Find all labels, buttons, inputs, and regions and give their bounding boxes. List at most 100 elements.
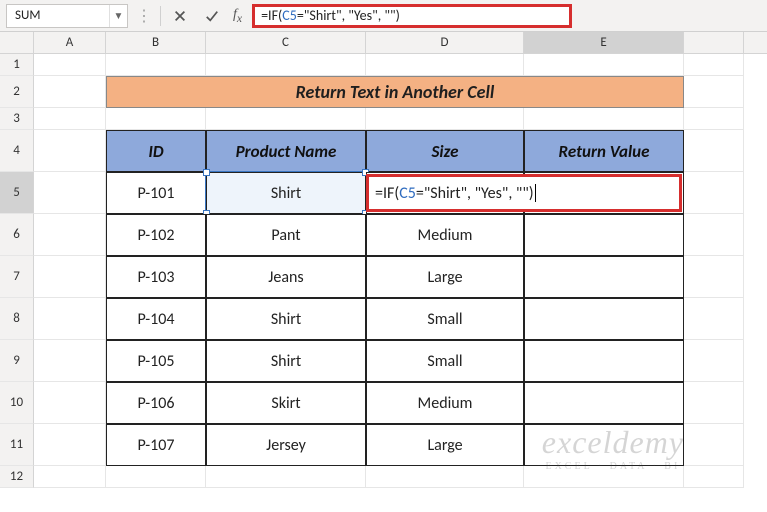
- row-header[interactable]: 11: [0, 424, 34, 466]
- cell[interactable]: [34, 382, 106, 424]
- row-header[interactable]: 8: [0, 298, 34, 340]
- td-retval[interactable]: [524, 382, 684, 424]
- cell[interactable]: [34, 256, 106, 298]
- cell[interactable]: [206, 466, 366, 488]
- row-header[interactable]: 7: [0, 256, 34, 298]
- td-size[interactable]: Medium: [366, 382, 524, 424]
- cell[interactable]: [34, 424, 106, 466]
- row-header[interactable]: 9: [0, 340, 34, 382]
- cell[interactable]: [106, 54, 206, 76]
- cell[interactable]: [684, 76, 744, 108]
- name-box[interactable]: SUM ▼: [6, 4, 128, 28]
- enter-button[interactable]: [199, 4, 225, 28]
- td-id[interactable]: P-107: [106, 424, 206, 466]
- watermark-line2: EXCEL · DATA · BI: [542, 461, 684, 472]
- cell[interactable]: [106, 108, 206, 130]
- td-size[interactable]: Small: [366, 340, 524, 382]
- th-product[interactable]: Product Name: [206, 130, 366, 172]
- cell[interactable]: [106, 466, 206, 488]
- td-product[interactable]: Shirt: [206, 340, 366, 382]
- cell-text: Jeans: [268, 268, 303, 287]
- th-label: Size: [431, 141, 458, 162]
- td-retval[interactable]: [524, 340, 684, 382]
- text-cursor-icon: [535, 184, 536, 202]
- td-product[interactable]: Pant: [206, 214, 366, 256]
- td-id[interactable]: P-102: [106, 214, 206, 256]
- th-retval[interactable]: Return Value: [524, 130, 684, 172]
- cell[interactable]: [206, 54, 366, 76]
- row-header[interactable]: 10: [0, 382, 34, 424]
- td-product[interactable]: Skirt: [206, 382, 366, 424]
- td-id[interactable]: P-103: [106, 256, 206, 298]
- cell[interactable]: [684, 108, 744, 130]
- col-header-A[interactable]: A: [34, 32, 106, 53]
- select-all-corner[interactable]: [0, 32, 34, 53]
- row-header[interactable]: 6: [0, 214, 34, 256]
- cell[interactable]: [524, 54, 684, 76]
- td-product[interactable]: Shirt: [206, 298, 366, 340]
- cell[interactable]: [34, 108, 106, 130]
- td-size[interactable]: Large: [366, 424, 524, 466]
- td-retval[interactable]: [524, 256, 684, 298]
- td-size[interactable]: Medium: [366, 214, 524, 256]
- row-header[interactable]: 2: [0, 76, 34, 108]
- cell[interactable]: [684, 130, 744, 172]
- fx-icon[interactable]: fx: [231, 7, 246, 25]
- col-header-ghost[interactable]: [684, 32, 744, 53]
- cell[interactable]: [524, 108, 684, 130]
- cell[interactable]: [684, 214, 744, 256]
- th-size[interactable]: Size: [366, 130, 524, 172]
- name-box-value: SUM: [7, 8, 109, 23]
- cell[interactable]: [366, 466, 524, 488]
- td-id[interactable]: P-104: [106, 298, 206, 340]
- td-id[interactable]: P-106: [106, 382, 206, 424]
- cell[interactable]: [206, 108, 366, 130]
- td-retval[interactable]: [524, 214, 684, 256]
- worksheet: A B C D E 1 2 Return Text in Another Cel…: [0, 32, 767, 54]
- row-header[interactable]: 5: [0, 172, 34, 214]
- row-header[interactable]: 12: [0, 466, 34, 488]
- col-header-E[interactable]: E: [524, 32, 684, 53]
- td-id[interactable]: P-105: [106, 340, 206, 382]
- in-cell-formula-editor[interactable]: =IF(C5="Shirt", "Yes", ""): [366, 174, 682, 212]
- cell[interactable]: [34, 172, 106, 214]
- cell[interactable]: [684, 54, 744, 76]
- col-header-B[interactable]: B: [106, 32, 206, 53]
- td-size[interactable]: Large: [366, 256, 524, 298]
- name-box-dropdown-icon[interactable]: ▼: [109, 5, 127, 27]
- cell[interactable]: [34, 130, 106, 172]
- title-cell[interactable]: Return Text in Another Cell: [106, 76, 684, 108]
- cell[interactable]: [684, 466, 744, 488]
- row-header[interactable]: 3: [0, 108, 34, 130]
- cell[interactable]: [34, 214, 106, 256]
- th-id[interactable]: ID: [106, 130, 206, 172]
- td-product-editing[interactable]: Shirt: [206, 172, 366, 214]
- cell[interactable]: [34, 340, 106, 382]
- row-header[interactable]: 1: [0, 54, 34, 76]
- td-product[interactable]: Jersey: [206, 424, 366, 466]
- cell[interactable]: [684, 382, 744, 424]
- col-header-C[interactable]: C: [206, 32, 366, 53]
- cell[interactable]: [684, 298, 744, 340]
- td-retval[interactable]: [524, 298, 684, 340]
- cell[interactable]: [684, 340, 744, 382]
- cell[interactable]: [684, 172, 744, 214]
- cell[interactable]: [34, 466, 106, 488]
- cell-text: Jersey: [266, 436, 306, 455]
- divider: [160, 6, 161, 26]
- cell[interactable]: [366, 54, 524, 76]
- td-id[interactable]: P-101: [106, 172, 206, 214]
- formula-bar-input[interactable]: =IF(C5="Shirt", "Yes", ""): [252, 4, 572, 28]
- td-product[interactable]: Jeans: [206, 256, 366, 298]
- cancel-button[interactable]: [167, 4, 193, 28]
- col-header-D[interactable]: D: [366, 32, 524, 53]
- cell[interactable]: [684, 256, 744, 298]
- row-header[interactable]: 4: [0, 130, 34, 172]
- cell[interactable]: [34, 298, 106, 340]
- cell[interactable]: [34, 54, 106, 76]
- cell[interactable]: [366, 108, 524, 130]
- cell[interactable]: [684, 424, 744, 466]
- cell[interactable]: [34, 76, 106, 108]
- selection-handle-icon[interactable]: [203, 169, 210, 176]
- td-size[interactable]: Small: [366, 298, 524, 340]
